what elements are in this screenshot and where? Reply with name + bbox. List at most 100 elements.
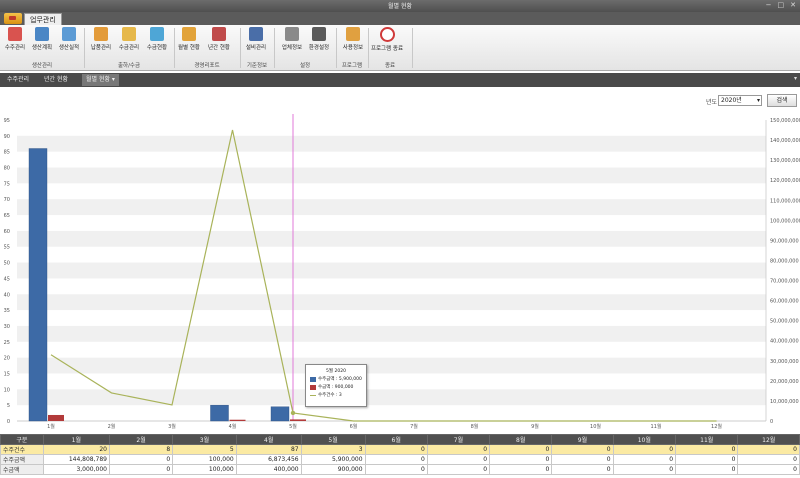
ribbon-button-monthly-chart[interactable]: 월별 현황 [176, 27, 202, 51]
grid-cell[interactable]: 0 [489, 454, 553, 465]
grid-cell[interactable]: 0 [675, 454, 739, 465]
table-row[interactable]: 수금액 3,000,000 0 100,000 400,000 900,000 0 0 0 0 0 0… [0, 464, 800, 475]
grid-cell[interactable]: 400,000 [235, 464, 302, 475]
grid-cell[interactable]: 0 [551, 454, 614, 465]
y-left-tick-label: 95 [4, 118, 10, 124]
grid-header-cell[interactable]: 11월 [675, 434, 739, 445]
ribbon-button-equipment[interactable]: 설비관리 [243, 27, 269, 51]
ribbon-button-label: 수주관리 [4, 45, 26, 51]
ribbon-button-delivery[interactable]: 납품관리 [88, 27, 114, 51]
grid-cell[interactable]: 0 [489, 464, 553, 475]
grid-cell[interactable]: 0 [612, 454, 677, 465]
grid-cell[interactable]: 100,000 [172, 464, 237, 475]
grid-cell[interactable]: 0 [364, 454, 428, 465]
close-button[interactable]: ✕ [790, 1, 796, 9]
y-right-tick-label: 110,000,000 [770, 198, 800, 204]
grid-header-cell[interactable]: 4월 [235, 434, 302, 445]
ribbon-button-label: 환경설정 [308, 45, 330, 51]
grid-header-cell[interactable]: 3월 [172, 434, 237, 445]
grid-header-cell[interactable]: 9월 [551, 434, 614, 445]
grid-header-cell[interactable]: 12월 [737, 434, 800, 445]
ribbon-button-collection-status[interactable]: 수금현황 [144, 27, 170, 51]
equipment-icon [249, 27, 263, 41]
collection-status-icon [150, 27, 164, 41]
grid-cell[interactable]: 20 [42, 444, 110, 455]
grid-cell[interactable]: 0 [108, 464, 174, 475]
x-tick-label: 8월 [471, 423, 479, 430]
year-select[interactable]: 2020년 ▾ [718, 95, 762, 106]
minimize-button[interactable]: − [766, 1, 772, 9]
grid-cell[interactable]: 0 [675, 444, 739, 455]
ribbon-button-collection[interactable]: 수금관리 [116, 27, 142, 51]
grid-cell[interactable]: 0 [489, 444, 553, 455]
y-left-tick-label: 55 [4, 245, 10, 251]
grid-cell[interactable]: 0 [364, 444, 428, 455]
maximize-button[interactable]: □ [778, 1, 785, 9]
year-select-value: 2020년 [721, 97, 742, 104]
x-tick-label: 10월 [590, 423, 601, 430]
ribbon-group-label: 설정 [299, 63, 311, 69]
grid-cell[interactable]: 0 [108, 454, 174, 465]
grid-cell[interactable]: 6,873,456 [235, 454, 302, 465]
ribbon-group-label: 생산관리 [31, 63, 53, 69]
ribbon-button-order[interactable]: 수주관리 [2, 27, 28, 51]
grid-cell[interactable]: 87 [235, 444, 302, 455]
grid-cell[interactable]: 0 [426, 454, 491, 465]
grid-header-cell[interactable]: 10월 [612, 434, 677, 445]
tooltip-swatch-2 [310, 385, 316, 390]
grid-cell[interactable]: 0 [551, 444, 614, 455]
grid-cell[interactable]: 0 [551, 464, 614, 475]
grid-cell[interactable]: 0 [426, 444, 491, 455]
app-menu-icon [9, 16, 16, 20]
grid-header-cell[interactable]: 구분 [0, 434, 44, 445]
doc-tab-monthly[interactable]: 월별 현황 ▾ [82, 74, 119, 86]
grid-header-cell[interactable]: 7월 [426, 434, 491, 445]
grid-cell[interactable]: 0 [612, 444, 677, 455]
tab-close-icon[interactable]: ▾ [112, 76, 115, 83]
table-row[interactable]: 수주건수 20 8 5 87 3 0 0 0 0 0 0 0 [0, 444, 800, 455]
table-row[interactable]: 수주금액 144,808,789 0 100,000 6,873,456 5,900,00… [0, 454, 800, 465]
grid-cell[interactable]: 0 [737, 444, 800, 455]
grid-cell[interactable]: 0 [737, 464, 800, 475]
grid-cell[interactable]: 900,000 [300, 464, 366, 475]
grid-cell[interactable]: 144,808,789 [42, 454, 110, 465]
exit-icon [379, 27, 395, 42]
chart-grid-band [17, 230, 766, 247]
grid-cell[interactable]: 0 [364, 464, 428, 475]
search-button[interactable]: 검색 [767, 94, 797, 107]
tab-list-icon[interactable]: ▾ [794, 75, 797, 82]
grid-cell[interactable]: 8 [108, 444, 174, 455]
ribbon-button-user-info[interactable]: 사용정보 [340, 27, 366, 51]
grid-header-cell[interactable]: 2월 [108, 434, 174, 445]
ribbon-group-label: 기준정보 [246, 63, 268, 69]
collection-icon [122, 27, 136, 41]
grid-header-cell[interactable]: 5월 [300, 434, 366, 445]
grid-header-cell[interactable]: 8월 [489, 434, 553, 445]
app-menu-button[interactable] [4, 13, 22, 24]
x-tick-label: 4월 [229, 423, 237, 430]
ribbon-button-label: 설비관리 [245, 45, 267, 51]
ribbon-button-yearly-chart[interactable]: 년간 현황 [206, 27, 232, 51]
y-left-tick-label: 60 [4, 229, 10, 235]
doc-tab-orders[interactable]: 수주관리 [3, 74, 33, 86]
grid-cell[interactable]: 0 [675, 464, 739, 475]
ribbon-button-exit[interactable]: 프로그램 종료 [370, 27, 404, 52]
ribbon-button-company[interactable]: 업체정보 [279, 27, 305, 51]
grid-cell[interactable]: 3 [300, 444, 366, 455]
grid-cell[interactable]: 5,900,000 [300, 454, 366, 465]
y-right-tick-label: 140,000,000 [770, 138, 800, 144]
grid-cell[interactable]: 100,000 [172, 454, 237, 465]
ribbon-button-plan[interactable]: 생산계획 [29, 27, 55, 51]
grid-header-cell[interactable]: 6월 [364, 434, 428, 445]
grid-cell[interactable]: 0 [737, 454, 800, 465]
ribbon-button-production[interactable]: 생산실적 [56, 27, 82, 51]
order-icon [8, 27, 22, 41]
grid-cell[interactable]: 5 [172, 444, 237, 455]
grid-cell[interactable]: 0 [612, 464, 677, 475]
ribbon-button-settings[interactable]: 환경설정 [306, 27, 332, 51]
grid-header-cell[interactable]: 1월 [42, 434, 110, 445]
grid-cell[interactable]: 0 [426, 464, 491, 475]
tooltip-title: 5월 2020 [326, 369, 346, 374]
grid-cell[interactable]: 3,000,000 [42, 464, 110, 475]
doc-tab-yearly[interactable]: 년간 현황 [40, 74, 72, 86]
